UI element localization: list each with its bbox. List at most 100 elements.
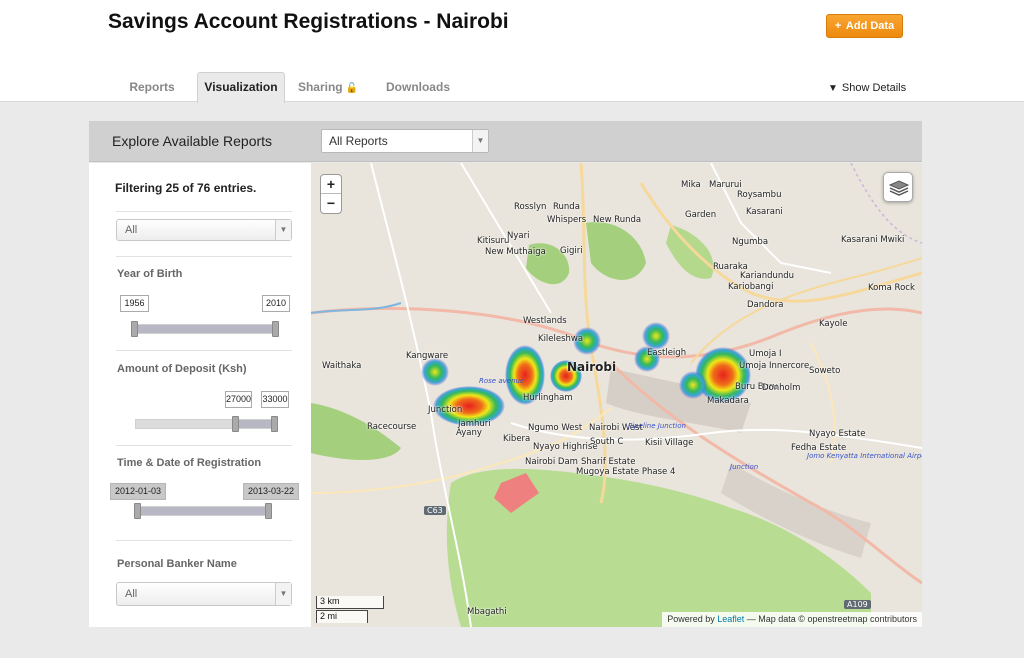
zoom-control: + − bbox=[320, 174, 342, 214]
layers-icon bbox=[888, 180, 910, 196]
map-place-label: Gigiri bbox=[560, 246, 583, 256]
map-place-label: A109 bbox=[844, 600, 871, 609]
add-data-label: Add Data bbox=[845, 20, 895, 32]
zoom-in-button[interactable]: + bbox=[321, 175, 341, 194]
map-place-label: Runda bbox=[553, 202, 580, 212]
reports-select-value: All Reports bbox=[329, 134, 388, 148]
top-header: Savings Account Registrations - Nairobi … bbox=[0, 0, 1024, 103]
registration-range-slider[interactable] bbox=[135, 506, 270, 516]
map-place-label: Kisii Village bbox=[645, 438, 694, 448]
map-place-label: Koma Rock bbox=[868, 283, 915, 293]
map-place-label: Mugoya Estate Phase 4 bbox=[576, 467, 676, 477]
map-attribution: Powered by Leaflet — Map data © openstre… bbox=[662, 612, 922, 627]
map-place-label: Racecourse bbox=[367, 422, 417, 432]
year-min-handle[interactable] bbox=[131, 321, 138, 337]
deposit-max-value: 33000 bbox=[261, 391, 289, 408]
map-place-label: Kangware bbox=[406, 351, 449, 361]
map-place-label: Pipeline Junction bbox=[628, 422, 686, 430]
map-place-label: Nairobi bbox=[567, 360, 617, 374]
chevron-down-icon: ▼ bbox=[275, 583, 291, 605]
map-place-label: Jomo Kenyatta International Airport bbox=[807, 452, 922, 460]
map-place-label: Garden bbox=[685, 210, 717, 220]
category-select-value: All bbox=[125, 224, 138, 236]
map-place-label: Eastleigh bbox=[647, 348, 687, 358]
chevron-down-icon: ▼ bbox=[828, 83, 838, 94]
tab-reports[interactable]: Reports bbox=[118, 73, 186, 102]
map-place-label: Ayany bbox=[456, 428, 482, 438]
year-max-handle[interactable] bbox=[272, 321, 279, 337]
map-place-label: C63 bbox=[424, 506, 446, 515]
map-place-label: Kasarani Mwiki bbox=[841, 235, 905, 245]
layers-control[interactable] bbox=[883, 172, 913, 202]
add-data-button[interactable]: + Add Data bbox=[826, 14, 903, 38]
tab-label: Visualization bbox=[204, 80, 278, 94]
map-place-label: Sharif Estate bbox=[581, 457, 636, 467]
attribution-prefix: Powered by bbox=[667, 614, 718, 624]
divider bbox=[116, 540, 292, 541]
category-select[interactable]: All ▼ bbox=[116, 219, 292, 241]
map-place-label: Mika bbox=[681, 180, 701, 190]
year-min-value: 1956 bbox=[120, 295, 149, 312]
deposit-label: Amount of Deposit (Ksh) bbox=[117, 363, 247, 375]
scale-bar-km: 3 km bbox=[316, 596, 384, 609]
explore-title: Explore Available Reports bbox=[112, 133, 273, 149]
map-place-label: New Muthaiga bbox=[485, 247, 546, 257]
registration-end-date: 2013-03-22 bbox=[243, 483, 299, 500]
show-details-toggle[interactable]: ▼ Show Details bbox=[828, 82, 906, 94]
map-place-label: Westlands bbox=[523, 316, 567, 326]
map-place-label: Kasarani bbox=[746, 207, 783, 217]
tab-label: Downloads bbox=[385, 80, 450, 94]
banker-select-value: All bbox=[125, 588, 138, 600]
registration-end-handle[interactable] bbox=[265, 503, 272, 519]
heatmap-map[interactable]: Mika Marurui Roysambu Rosslyn Runda Whispers N… bbox=[311, 163, 922, 627]
map-place-label: Rose avenue bbox=[479, 377, 525, 385]
divider bbox=[116, 350, 292, 351]
divider bbox=[116, 445, 292, 446]
map-place-label: New Runda bbox=[593, 215, 642, 225]
map-place-label: Mbagathi bbox=[467, 607, 507, 617]
explore-bar: Explore Available Reports All Reports ▼ bbox=[89, 121, 922, 162]
tab-label: Sharing bbox=[297, 80, 343, 94]
show-details-label: Show Details bbox=[841, 82, 907, 94]
deposit-min-handle[interactable] bbox=[232, 416, 239, 432]
slider-fill bbox=[136, 507, 269, 515]
map-place-label: Marurui bbox=[709, 180, 742, 190]
map-place-label: Kitisuru bbox=[477, 236, 510, 246]
map-place-label: Junction bbox=[428, 405, 463, 415]
tab-downloads[interactable]: Downloads bbox=[378, 73, 458, 102]
map-place-label: Rosslyn bbox=[514, 202, 547, 212]
deposit-min-value: 27000 bbox=[225, 391, 252, 408]
map-place-label: Ngumo West bbox=[528, 423, 583, 433]
registration-start-handle[interactable] bbox=[134, 503, 141, 519]
banker-name-select[interactable]: All ▼ bbox=[116, 582, 292, 606]
map-place-label: Nyayo Estate bbox=[809, 429, 866, 439]
map-place-label: South C bbox=[590, 437, 624, 447]
deposit-max-handle[interactable] bbox=[271, 416, 278, 432]
page-title: Savings Account Registrations - Nairobi bbox=[108, 10, 509, 33]
map-place-label: Soweto bbox=[809, 366, 841, 376]
leaflet-link[interactable]: Leaflet bbox=[717, 614, 744, 624]
divider bbox=[116, 256, 292, 257]
zoom-out-button[interactable]: − bbox=[321, 194, 341, 213]
registration-date-label: Time & Date of Registration bbox=[117, 457, 262, 469]
year-of-birth-label: Year of Birth bbox=[117, 268, 183, 280]
reports-select[interactable]: All Reports ▼ bbox=[321, 129, 489, 153]
map-place-label: Junction bbox=[730, 463, 759, 471]
map-place-label: Umoja I bbox=[749, 349, 782, 359]
map-place-label: Hurlingham bbox=[523, 393, 573, 403]
map-place-label: Donholm bbox=[762, 383, 801, 393]
year-range-slider[interactable] bbox=[133, 324, 278, 334]
year-max-value: 2010 bbox=[262, 295, 290, 312]
tab-sharing[interactable]: Sharing 🔓 bbox=[292, 73, 364, 102]
unlock-icon: 🔓 bbox=[345, 83, 359, 94]
tab-visualization[interactable]: Visualization bbox=[197, 72, 285, 103]
chevron-down-icon: ▼ bbox=[472, 130, 488, 152]
map-place-label: Kariobangi bbox=[728, 282, 774, 292]
map-place-label: Dandora bbox=[747, 300, 784, 310]
map-place-label: Kibera bbox=[503, 434, 531, 444]
scale-bar-mi: 2 mi bbox=[316, 610, 368, 623]
deposit-range-slider[interactable] bbox=[135, 419, 278, 429]
divider bbox=[116, 211, 292, 212]
registration-start-date: 2012-01-03 bbox=[110, 483, 166, 500]
map-place-label: Kileleshwa bbox=[538, 334, 584, 344]
